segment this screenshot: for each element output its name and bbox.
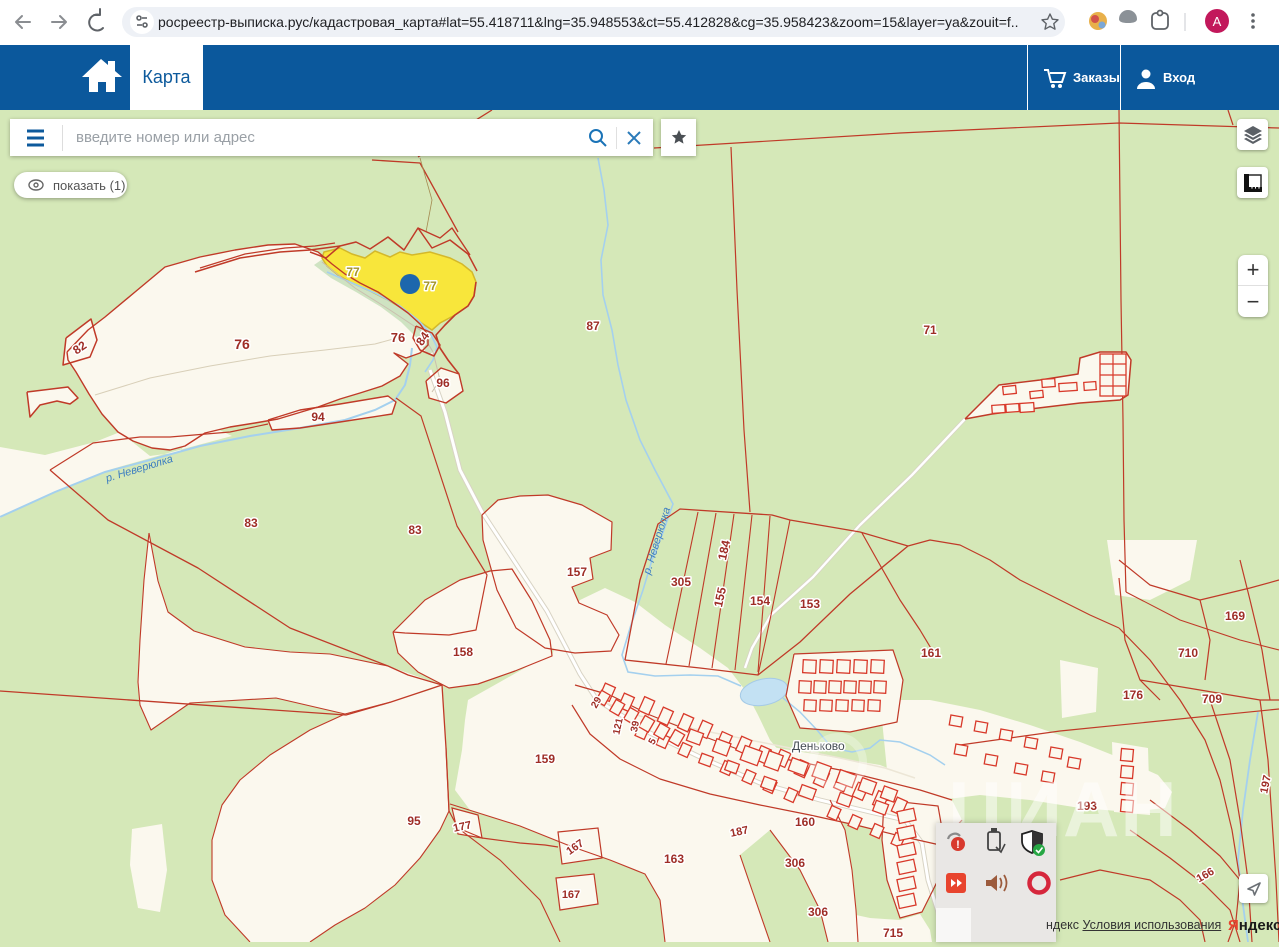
svg-text:157: 157 <box>567 565 587 579</box>
svg-text:306: 306 <box>785 856 805 870</box>
svg-text:76: 76 <box>391 330 405 345</box>
svg-text:153: 153 <box>800 597 820 611</box>
svg-text:159: 159 <box>535 752 555 766</box>
svg-text:96: 96 <box>436 376 450 390</box>
svg-text:A: A <box>1213 14 1222 29</box>
svg-text:!: ! <box>956 839 960 851</box>
svg-text:77: 77 <box>346 265 360 279</box>
svg-text:710: 710 <box>1178 646 1198 660</box>
svg-text:160: 160 <box>795 815 815 829</box>
svg-text:83: 83 <box>408 523 422 537</box>
svg-text:83: 83 <box>244 516 258 530</box>
svg-text:306: 306 <box>808 905 828 919</box>
svg-text:176: 176 <box>1123 688 1143 702</box>
svg-text:76: 76 <box>234 336 250 352</box>
svg-text:71: 71 <box>923 323 937 337</box>
svg-text:161: 161 <box>921 646 941 660</box>
svg-text:305: 305 <box>671 575 691 589</box>
svg-text:158: 158 <box>453 645 473 659</box>
svg-text:715: 715 <box>883 926 903 940</box>
svg-text:163: 163 <box>664 852 684 866</box>
svg-text:87: 87 <box>586 319 600 333</box>
svg-text:77: 77 <box>423 279 437 293</box>
svg-text:167: 167 <box>562 889 580 901</box>
svg-text:95: 95 <box>407 814 421 828</box>
svg-text:169: 169 <box>1225 609 1245 623</box>
svg-text:709: 709 <box>1202 692 1222 706</box>
svg-text:154: 154 <box>750 594 770 608</box>
svg-text:94: 94 <box>311 410 325 424</box>
